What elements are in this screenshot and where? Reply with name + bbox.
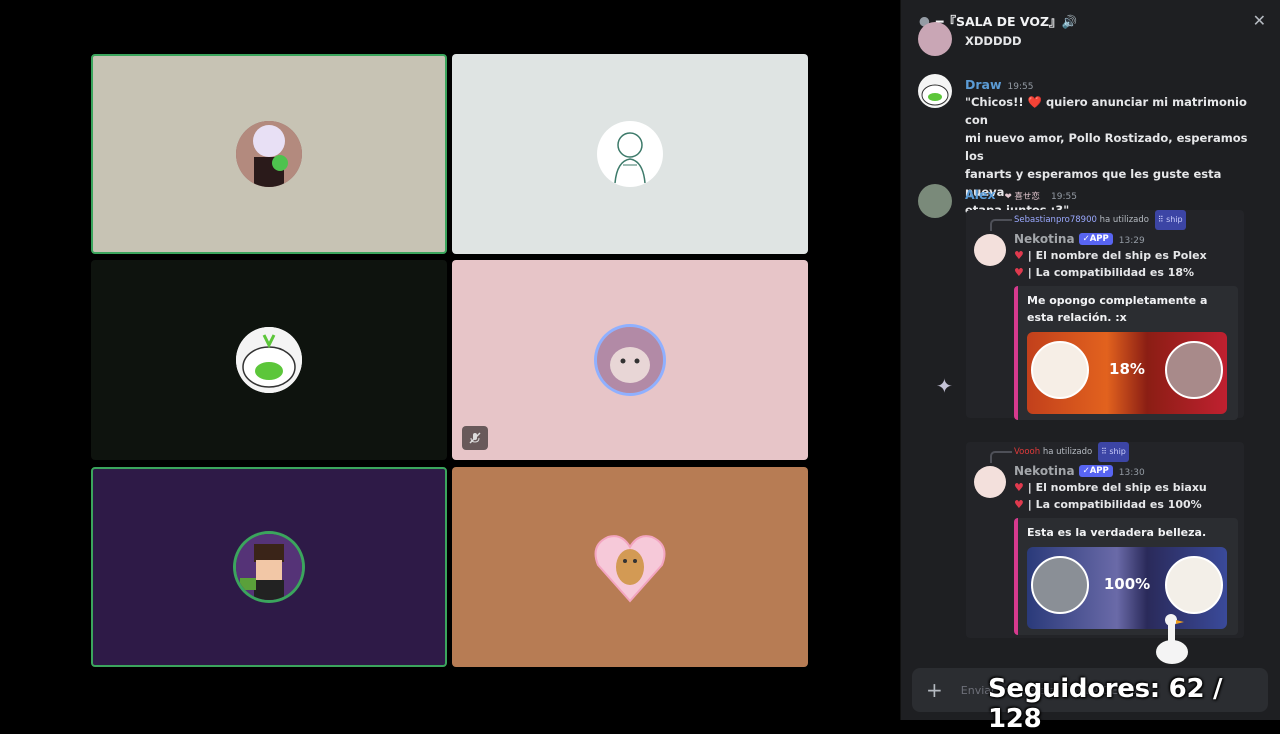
pixel-avatar: [236, 534, 302, 600]
timestamp: 19:55: [1007, 82, 1034, 92]
timestamp: 13:30: [1118, 468, 1145, 478]
bot-name[interactable]: Nekotina: [1014, 232, 1075, 246]
embed-text: Me opongo completamente a esta relación.…: [1027, 294, 1208, 324]
bot-message: Sebastianpro78900 ha utilizado ⠿ ship Ne…: [966, 210, 1244, 420]
moth-sticker-icon: ✦: [936, 374, 953, 398]
heart-icon: ♥: [1014, 498, 1024, 511]
reply-reference[interactable]: Sebastianpro78900 ha utilizado ⠿ ship: [966, 210, 1244, 231]
slash-command-tag[interactable]: ⠿ ship: [1154, 210, 1186, 230]
slash-command-tag[interactable]: ⠿ ship: [1097, 442, 1129, 462]
bot-message: Voooh ha utilizado ⠿ ship Nekotina ✓APP 13…: [966, 442, 1244, 638]
participant-tile[interactable]: [452, 54, 808, 254]
message-text: XDDDDD: [965, 34, 1022, 48]
participant-tile[interactable]: [91, 467, 447, 667]
message-text: "Chicos!! ❤️ quiero anunciar mi matrimon…: [965, 95, 1247, 127]
avatar[interactable]: [918, 22, 952, 56]
cat-avatar: [597, 327, 663, 393]
message: XDDDDD: [918, 22, 1258, 56]
reply-reference[interactable]: Voooh ha utilizado ⠿ ship: [966, 442, 1244, 463]
embed: Esta es la verdadera belleza. 100%: [1014, 518, 1238, 635]
username[interactable]: Alex: [965, 187, 996, 202]
bot-name[interactable]: Nekotina: [1014, 464, 1075, 478]
ship-image[interactable]: 100%: [1027, 547, 1227, 629]
username[interactable]: Draw: [965, 77, 1002, 92]
muted-icon: [462, 426, 488, 450]
app-badge: ✓APP: [1078, 232, 1113, 245]
ship-image[interactable]: 18%: [1027, 332, 1227, 414]
close-icon[interactable]: ✕: [1253, 11, 1266, 30]
participant-tile[interactable]: [91, 260, 447, 460]
timestamp: 19:55: [1051, 192, 1077, 202]
message: Alex ❤ 喜せ恋 19:55: [918, 184, 1258, 218]
ship-right-avatar: [1165, 341, 1223, 399]
heart-icon: ♥: [1014, 249, 1024, 262]
ship-right-avatar: [1165, 556, 1223, 614]
app-badge: ✓APP: [1078, 464, 1113, 477]
voice-stage: [0, 0, 900, 720]
compatibility-line: ♥ | La compatibilidad es 100%: [1014, 498, 1202, 511]
heart-cat-avatar: [590, 527, 670, 607]
ship-name-line: ♥ | El nombre del ship es biaxu: [1014, 481, 1207, 494]
channel-title: ━『SALA DE VOZ』🔊: [935, 13, 1078, 29]
chibi-avatar: [236, 121, 302, 187]
participant-tile[interactable]: [91, 54, 447, 254]
embed: Me opongo completamente a esta relación.…: [1014, 286, 1238, 420]
avatar[interactable]: [918, 74, 952, 108]
heart-icon: ♥: [1014, 266, 1024, 279]
followers-overlay: Seguidores: 62 / 128: [988, 674, 1223, 734]
onion-avatar: [236, 327, 302, 393]
participant-tile[interactable]: [452, 260, 808, 460]
user-badge: ❤ 喜せ恋: [1004, 192, 1040, 202]
embed-text: Esta es la verdadera belleza.: [1027, 526, 1207, 539]
avatar[interactable]: [918, 184, 952, 218]
compatibility-line: ♥ | La compatibilidad es 18%: [1014, 266, 1195, 279]
message-text: mi nuevo amor, Pollo Rostizado, esperamo…: [965, 131, 1248, 163]
sketch-avatar: [597, 121, 663, 187]
heart-icon: ♥: [1014, 481, 1024, 494]
participant-tile[interactable]: [452, 467, 808, 667]
bot-avatar[interactable]: [974, 466, 1006, 498]
ship-name-line: ♥ | El nombre del ship es Polex: [1014, 249, 1207, 262]
add-attachment-icon[interactable]: +: [926, 678, 943, 702]
bot-avatar[interactable]: [974, 234, 1006, 266]
goose-sticker-icon: [1150, 612, 1194, 672]
timestamp: 13:29: [1118, 236, 1145, 246]
